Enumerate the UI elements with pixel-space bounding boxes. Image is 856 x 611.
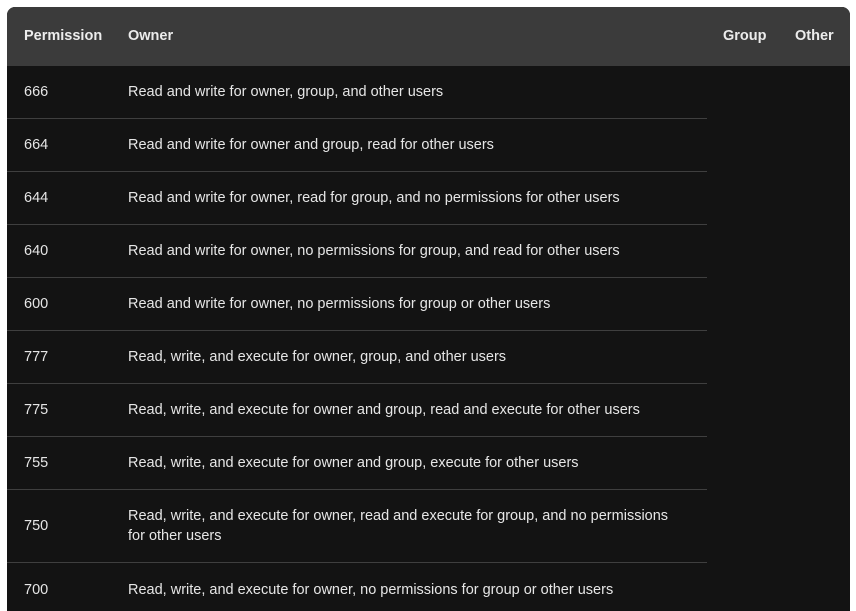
permission-description: Read and write for owner, no permissions… bbox=[128, 296, 551, 312]
permission-description: Read and write for owner and group, read… bbox=[128, 137, 494, 153]
table-row: 755 Read, write, and execute for owner a… bbox=[7, 437, 707, 490]
permission-description: Read, write, and execute for owner, grou… bbox=[128, 349, 507, 365]
table-row: 777 Read, write, and execute for owner, … bbox=[7, 331, 707, 384]
table-row: 600 Read and write for owner, no permiss… bbox=[7, 278, 707, 331]
permission-description: Read and write for owner, group, and oth… bbox=[128, 84, 444, 100]
permission-code: 644 bbox=[24, 190, 49, 206]
column-header-permission: Permission bbox=[24, 28, 103, 44]
permission-description: Read and write for owner, read for group… bbox=[128, 190, 620, 206]
table-row: 640 Read and write for owner, no permiss… bbox=[7, 225, 707, 278]
table-row: 644 Read and write for owner, read for g… bbox=[7, 172, 707, 225]
permission-description: Read and write for owner, no permissions… bbox=[128, 243, 620, 259]
table-row: 700 Read, write, and execute for owner, … bbox=[7, 563, 707, 611]
table-header: Permission Owner Group Other bbox=[7, 7, 850, 66]
table-row: 750 Read, write, and execute for owner, … bbox=[7, 490, 707, 563]
permission-code: 775 bbox=[24, 402, 49, 418]
page: Permission Owner Group Other 666 Read an… bbox=[0, 0, 856, 611]
table-body: 666 Read and write for owner, group, and… bbox=[7, 66, 707, 611]
permission-code: 600 bbox=[24, 296, 49, 312]
permission-code: 666 bbox=[24, 84, 49, 100]
permission-description: Read, write, and execute for owner and g… bbox=[128, 455, 579, 471]
column-header-other: Other bbox=[795, 28, 834, 44]
column-header-owner: Owner bbox=[128, 28, 174, 44]
permission-description: Read, write, and execute for owner and g… bbox=[128, 402, 640, 418]
column-header-group: Group bbox=[723, 28, 767, 44]
permission-code: 664 bbox=[24, 137, 49, 153]
permission-code: 750 bbox=[24, 518, 49, 534]
permission-code: 755 bbox=[24, 455, 49, 471]
permissions-table: Permission Owner Group Other 666 Read an… bbox=[7, 7, 850, 611]
table-row: 664 Read and write for owner and group, … bbox=[7, 119, 707, 172]
table-row: 666 Read and write for owner, group, and… bbox=[7, 66, 707, 119]
permission-description: Read, write, and execute for owner, no p… bbox=[128, 581, 614, 598]
permission-code: 777 bbox=[24, 349, 49, 365]
table-row: 775 Read, write, and execute for owner a… bbox=[7, 384, 707, 437]
permission-code: 700 bbox=[24, 581, 49, 598]
permission-description: Read, write, and execute for owner, read… bbox=[128, 508, 669, 544]
permission-code: 640 bbox=[24, 243, 49, 259]
